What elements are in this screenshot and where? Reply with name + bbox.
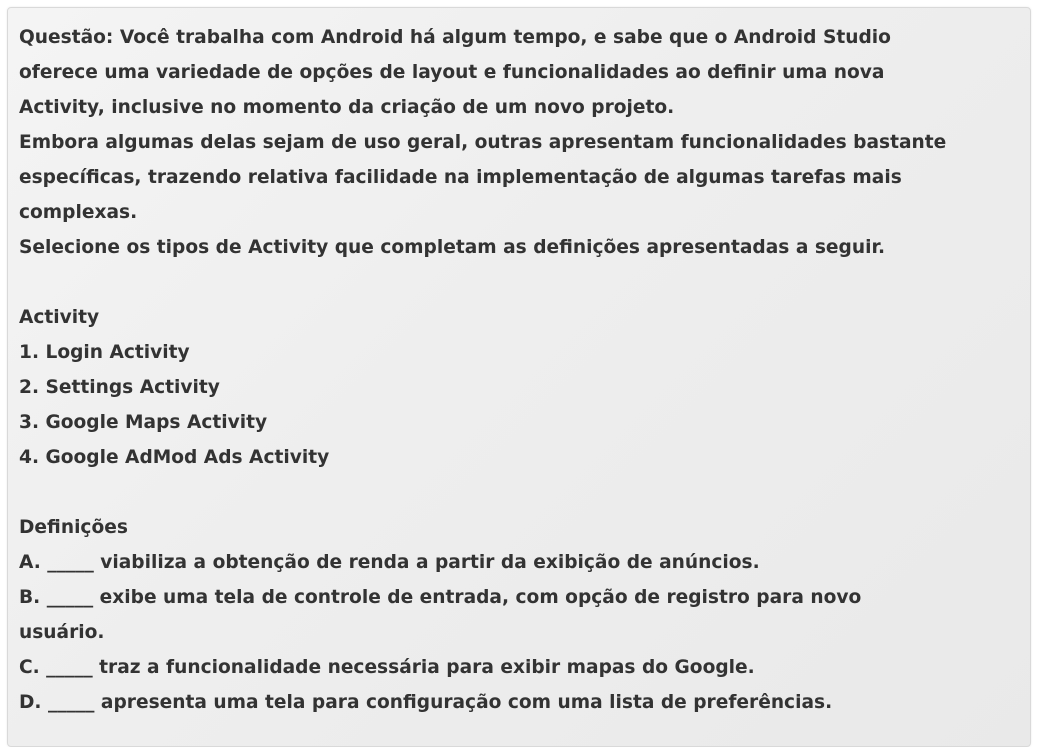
activity-item: 2. Settings Activity [19,377,220,398]
definitions-heading: Definições [19,517,128,538]
question-intro-line: Activity, inclusive no momento da criaçã… [19,97,675,118]
question-intro-line: Questão: Você trabalha com Android há al… [19,27,891,48]
definition-item: usuário. [19,622,105,643]
question-intro-line: Embora algumas delas sejam de uso geral,… [19,132,947,153]
definition-item: C. _____ traz a funcionalidade necessári… [19,657,755,678]
activity-item: 3. Google Maps Activity [19,412,268,433]
question-text: Questão: Você trabalha com Android há al… [19,20,1024,720]
definition-item: B. _____ exibe uma tela de controle de e… [19,587,862,608]
activity-item: 1. Login Activity [19,342,190,363]
question-intro-line: complexas. [19,202,138,223]
section-spacer [19,475,1024,510]
question-intro-line: oferece uma variedade de opções de layou… [19,62,885,83]
activity-heading: Activity [19,307,100,328]
question-card: Questão: Você trabalha com Android há al… [7,7,1031,747]
definition-item: A. _____ viabiliza a obtenção de renda a… [19,552,760,573]
activity-item: 4. Google AdMod Ads Activity [19,447,330,468]
question-instruction: Selecione os tipos de Activity que compl… [19,237,886,258]
question-intro-line: específicas, trazendo relativa facilidad… [19,167,902,188]
section-spacer [19,265,1024,300]
definition-item: D. _____ apresenta uma tela para configu… [19,692,833,713]
